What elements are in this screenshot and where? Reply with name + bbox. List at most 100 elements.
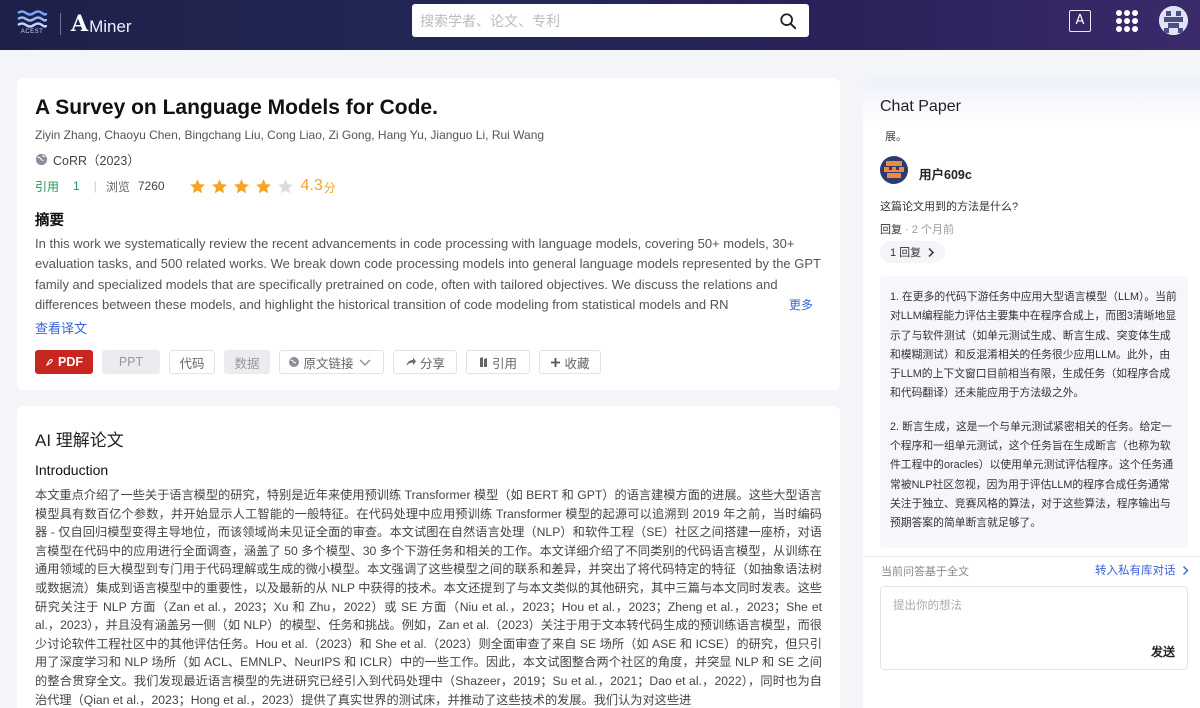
citation-count[interactable]: 1 bbox=[73, 179, 80, 193]
chat-input-box: 发送 bbox=[880, 586, 1188, 670]
send-button[interactable]: 发送 bbox=[1151, 643, 1175, 660]
view-count: 7260 bbox=[137, 179, 165, 193]
paper-title: A Survey on Language Models for Code. bbox=[35, 96, 438, 119]
author-name[interactable]: Chaoyu Chen bbox=[98, 128, 178, 142]
favorite-button-label: 收藏 bbox=[564, 356, 590, 371]
rating-stars[interactable] bbox=[189, 178, 299, 195]
aminer-logo-a: A bbox=[71, 11, 89, 37]
globe-icon bbox=[35, 153, 48, 166]
reply-count-label: 1 回复 bbox=[890, 247, 922, 259]
star-filled-icon[interactable] bbox=[211, 178, 228, 195]
rating-unit: 分 bbox=[323, 181, 336, 195]
author-name[interactable]: Jianguo Li bbox=[424, 128, 485, 142]
pixel-avatar-icon bbox=[1159, 6, 1188, 35]
reply-time: · 2 个月前 bbox=[905, 224, 954, 236]
author-list: Ziyin ZhangChaoyu ChenBingchang LiuCong … bbox=[35, 128, 544, 142]
introduction-text: 本文重点介绍了一些关于语言模型的研究，特别是近年来使用预训练 Transform… bbox=[35, 488, 822, 707]
stats-divider: | bbox=[93, 179, 97, 193]
search-box bbox=[412, 4, 809, 37]
acest-logo-text: ACEST bbox=[20, 29, 44, 35]
ppt-button[interactable]: PPT bbox=[102, 350, 160, 374]
source-link-label: 原文链接 bbox=[303, 356, 354, 371]
data-button[interactable]: 数据 bbox=[224, 350, 270, 374]
code-button[interactable]: 代码 bbox=[169, 350, 215, 374]
answer-paragraph: 2. 断言生成，这是一个与单元测试紧密相关的任务。给定一个程序和一组单元测试，这… bbox=[890, 420, 1174, 530]
chevron-down-icon bbox=[359, 359, 370, 366]
share-button-label: 分享 bbox=[419, 356, 445, 371]
plus-icon bbox=[551, 357, 561, 367]
data-button-label: 数据 bbox=[234, 356, 260, 371]
abstract-text: In this work we systematically review th… bbox=[35, 236, 821, 313]
paper-info-card: A Survey on Language Models for Code. Zi… bbox=[17, 78, 840, 390]
reply-meta: 回复 · 2 个月前 bbox=[880, 221, 954, 237]
venue-text[interactable]: CoRR（2023） bbox=[53, 150, 140, 169]
logo-divider bbox=[60, 13, 61, 35]
acest-logo: ACEST bbox=[14, 10, 50, 38]
code-button-label: 代码 bbox=[179, 356, 205, 371]
pdf-button[interactable]: PDF bbox=[35, 350, 93, 374]
pdf-icon bbox=[45, 359, 53, 367]
share-button[interactable]: 分享 bbox=[393, 350, 457, 374]
previous-message-fragment: 展。 bbox=[885, 131, 907, 143]
paper-stats: 引用 1 | 浏览 7260 4.3 分 bbox=[35, 176, 336, 196]
ai-section-heading: AI 理解论文 bbox=[35, 431, 124, 450]
search-icon[interactable] bbox=[779, 12, 797, 30]
view-label: 浏览 bbox=[105, 179, 130, 194]
ai-answer: 1. 在更多的代码下游任务中应用大型语言模型（LLM）。当前对LLM编程能力评估… bbox=[880, 276, 1188, 548]
user-question: 这篇论文用到的方法是什么? bbox=[880, 201, 1019, 213]
avatar bbox=[880, 156, 908, 184]
star-filled-icon[interactable] bbox=[189, 178, 206, 195]
answer-paragraph: 1. 在更多的代码下游任务中应用大型语言模型（LLM）。当前对LLM编程能力评估… bbox=[890, 291, 1177, 400]
context-note: 当前问答基于全文 bbox=[881, 566, 969, 578]
chat-title: Chat Paper bbox=[880, 98, 961, 115]
ai-understanding-card: AI 理解论文 Introduction 本文重点介绍了一些关于语言模型的研究，… bbox=[17, 406, 840, 708]
source-link-dropdown[interactable]: 原文链接 bbox=[279, 350, 384, 374]
reply-count-button[interactable]: 1 回复 bbox=[880, 241, 946, 263]
reply-link[interactable]: 回复 bbox=[880, 224, 902, 236]
author-name[interactable]: Cong Liao bbox=[261, 128, 322, 142]
globe-icon bbox=[289, 357, 300, 367]
favorite-button[interactable]: 收藏 bbox=[539, 350, 601, 374]
search-input[interactable] bbox=[412, 4, 772, 37]
cite-button-label: 引用 bbox=[491, 356, 517, 371]
introduction-heading: Introduction bbox=[35, 462, 109, 478]
chat-paper-panel: Chat Paper 展。 用户609c 这篇论文用到的方法是什么? 回复 · … bbox=[863, 78, 1200, 708]
aminer-logo[interactable]: ACEST A Miner bbox=[14, 9, 132, 39]
chat-context-bar: 当前问答基于全文 转入私有库对话 bbox=[863, 556, 1200, 582]
share-icon bbox=[405, 357, 416, 366]
chevron-right-icon bbox=[1182, 565, 1188, 575]
rating-score: 4.3 bbox=[300, 177, 323, 194]
citation-label: 引用 bbox=[35, 179, 60, 194]
chat-input-field[interactable] bbox=[881, 587, 1187, 647]
chevron-right-icon bbox=[928, 247, 935, 257]
star-filled-icon[interactable] bbox=[255, 178, 272, 195]
venue: CoRR（2023） bbox=[35, 150, 140, 169]
pdf-button-label: PDF bbox=[58, 355, 83, 369]
star-empty-icon[interactable] bbox=[277, 178, 294, 195]
private-link-label: 转入私有库对话 bbox=[1095, 565, 1176, 577]
paper-action-bar: PDF PPT 代码 数据 原文链接 分享 引用 收藏 bbox=[35, 350, 610, 374]
author-name[interactable]: Zi Gong bbox=[322, 128, 371, 142]
apps-grid-icon[interactable] bbox=[1116, 10, 1138, 32]
user-name[interactable]: 用户609c bbox=[919, 164, 972, 183]
abstract-more-link[interactable]: 更多 bbox=[789, 296, 813, 313]
cite-button[interactable]: 引用 bbox=[466, 350, 530, 374]
ppt-button-label: PPT bbox=[118, 355, 144, 369]
view-translation-link[interactable]: 查看译文 bbox=[35, 318, 87, 337]
author-name[interactable]: Ziyin Zhang bbox=[35, 128, 98, 142]
pixel-avatar-icon bbox=[880, 156, 908, 184]
abstract-heading: 摘要 bbox=[35, 213, 64, 229]
chat-header: Chat Paper bbox=[863, 78, 1200, 128]
author-name[interactable]: Hang Yu bbox=[371, 128, 424, 142]
chat-message-list[interactable]: 展。 用户609c 这篇论文用到的方法是什么? 回复 · 2 个月前 1 回复 … bbox=[863, 128, 1200, 548]
top-navigation-bar: ACEST A Miner A bbox=[0, 0, 1200, 50]
aminer-logo-text: Miner bbox=[89, 17, 132, 36]
translate-icon[interactable]: A bbox=[1069, 10, 1091, 32]
author-name[interactable]: Rui Wang bbox=[485, 128, 544, 142]
user-avatar-header[interactable] bbox=[1159, 6, 1188, 35]
author-name[interactable]: Bingchang Liu bbox=[178, 128, 261, 142]
private-library-chat-link[interactable]: 转入私有库对话 bbox=[1095, 562, 1189, 578]
quote-icon bbox=[479, 357, 487, 367]
wave-logo-icon bbox=[17, 10, 47, 28]
star-filled-icon[interactable] bbox=[233, 178, 250, 195]
